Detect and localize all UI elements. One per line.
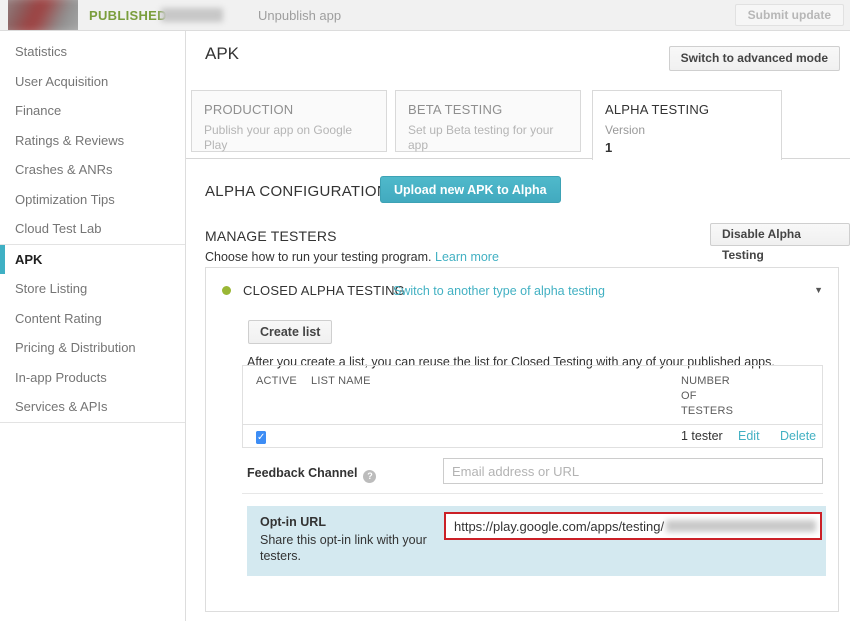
active-checkbox[interactable] — [256, 431, 266, 444]
tab-alpha-testing[interactable]: ALPHA TESTING Version 1 — [592, 90, 782, 160]
tab-beta-testing[interactable]: BETA TESTING Set up Beta testing for you… — [395, 90, 581, 152]
learn-more-link[interactable]: Learn more — [435, 250, 499, 264]
feedback-channel-label: Feedback Channel? — [247, 466, 376, 483]
sidebar-item-store-listing[interactable]: Store Listing — [0, 274, 185, 304]
help-icon[interactable]: ? — [363, 470, 376, 483]
sidebar-item-in-app-products[interactable]: In-app Products — [0, 363, 185, 393]
sidebar-item-services-apis[interactable]: Services & APIs — [0, 392, 185, 422]
sidebar-divider — [0, 422, 185, 423]
create-list-button[interactable]: Create list — [248, 320, 332, 344]
sidebar-item-pricing-distribution[interactable]: Pricing & Distribution — [0, 333, 185, 363]
optin-url-value: https://play.google.com/apps/testing/ — [454, 519, 664, 534]
optin-url-redacted — [666, 520, 816, 532]
header-spacer — [738, 374, 780, 419]
page-title: APK — [205, 44, 239, 64]
published-badge: PUBLISHED — [89, 8, 167, 23]
version-value: 1 — [605, 140, 769, 155]
tab-production-desc: Publish your app on Google Play — [204, 123, 354, 153]
optin-url-desc: Share this opt-in link with your testers… — [260, 532, 440, 564]
sidebar-item-apk[interactable]: APK — [0, 245, 185, 275]
app-name-redacted — [161, 8, 223, 22]
status-dot-icon — [222, 286, 231, 295]
version-label: Version — [605, 123, 769, 137]
manage-testers-desc-text: Choose how to run your testing program. — [205, 250, 432, 264]
testers-count: 1 tester — [681, 429, 738, 443]
header-spacer — [780, 374, 822, 419]
table-row: 1 tester Edit Delete — [243, 424, 822, 447]
main-content: APK Switch to advanced mode PRODUCTION P… — [186, 31, 850, 621]
sidebar-item-cloud-test-lab[interactable]: Cloud Test Lab — [0, 214, 185, 244]
edit-link[interactable]: Edit — [738, 429, 760, 443]
top-bar: PUBLISHED Unpublish app Submit update — [0, 0, 850, 31]
unpublish-app-link[interactable]: Unpublish app — [258, 8, 341, 23]
alpha-testing-panel: CLOSED ALPHA TESTING Switch to another t… — [205, 267, 839, 612]
tab-alpha-title: ALPHA TESTING — [605, 102, 769, 117]
feedback-channel-text: Feedback Channel — [247, 466, 357, 480]
header-list-name: LIST NAME — [311, 374, 681, 419]
submit-update-button[interactable]: Submit update — [735, 4, 844, 26]
manage-testers-desc: Choose how to run your testing program. … — [205, 250, 499, 264]
alpha-configuration-title: ALPHA CONFIGURATION — [205, 183, 388, 200]
header-number-of-testers: NUMBER OF TESTERS — [681, 374, 737, 419]
switch-advanced-mode-button[interactable]: Switch to advanced mode — [669, 46, 840, 71]
optin-url-section: Opt-in URL Share this opt-in link with y… — [247, 506, 826, 576]
table-header-row: ACTIVE LIST NAME NUMBER OF TESTERS — [243, 366, 822, 424]
tab-beta-title: BETA TESTING — [408, 102, 568, 117]
sidebar-item-finance[interactable]: Finance — [0, 96, 185, 126]
feedback-channel-input[interactable] — [443, 458, 823, 484]
panel-divider — [242, 493, 823, 494]
sidebar: Statistics User Acquisition Finance Rati… — [0, 31, 186, 621]
app-icon — [8, 0, 78, 30]
tab-beta-desc: Set up Beta testing for your app — [408, 123, 558, 153]
closed-alpha-title: CLOSED ALPHA TESTING — [243, 283, 405, 298]
chevron-down-icon[interactable]: ▼ — [814, 285, 823, 295]
sidebar-item-crashes-anrs[interactable]: Crashes & ANRs — [0, 155, 185, 185]
tab-production[interactable]: PRODUCTION Publish your app on Google Pl… — [191, 90, 387, 152]
tab-production-title: PRODUCTION — [204, 102, 374, 117]
sidebar-item-statistics[interactable]: Statistics — [0, 37, 185, 67]
disable-alpha-testing-button[interactable]: Disable Alpha Testing — [710, 223, 850, 246]
play-console-page: PUBLISHED Unpublish app Submit update St… — [0, 0, 850, 621]
sidebar-item-optimization-tips[interactable]: Optimization Tips — [0, 185, 185, 215]
manage-testers-title: MANAGE TESTERS — [205, 228, 337, 244]
sidebar-item-user-acquisition[interactable]: User Acquisition — [0, 67, 185, 97]
upload-apk-alpha-button[interactable]: Upload new APK to Alpha — [380, 176, 561, 203]
switch-alpha-type-link[interactable]: Switch to another type of alpha testing — [393, 284, 605, 298]
optin-url-label: Opt-in URL — [260, 515, 326, 529]
sidebar-item-content-rating[interactable]: Content Rating — [0, 304, 185, 334]
header-active: ACTIVE — [256, 374, 311, 419]
optin-url-field[interactable]: https://play.google.com/apps/testing/ — [444, 512, 822, 540]
delete-link[interactable]: Delete — [780, 429, 816, 443]
testers-table: ACTIVE LIST NAME NUMBER OF TESTERS 1 tes… — [242, 365, 823, 448]
sidebar-item-ratings-reviews[interactable]: Ratings & Reviews — [0, 126, 185, 156]
